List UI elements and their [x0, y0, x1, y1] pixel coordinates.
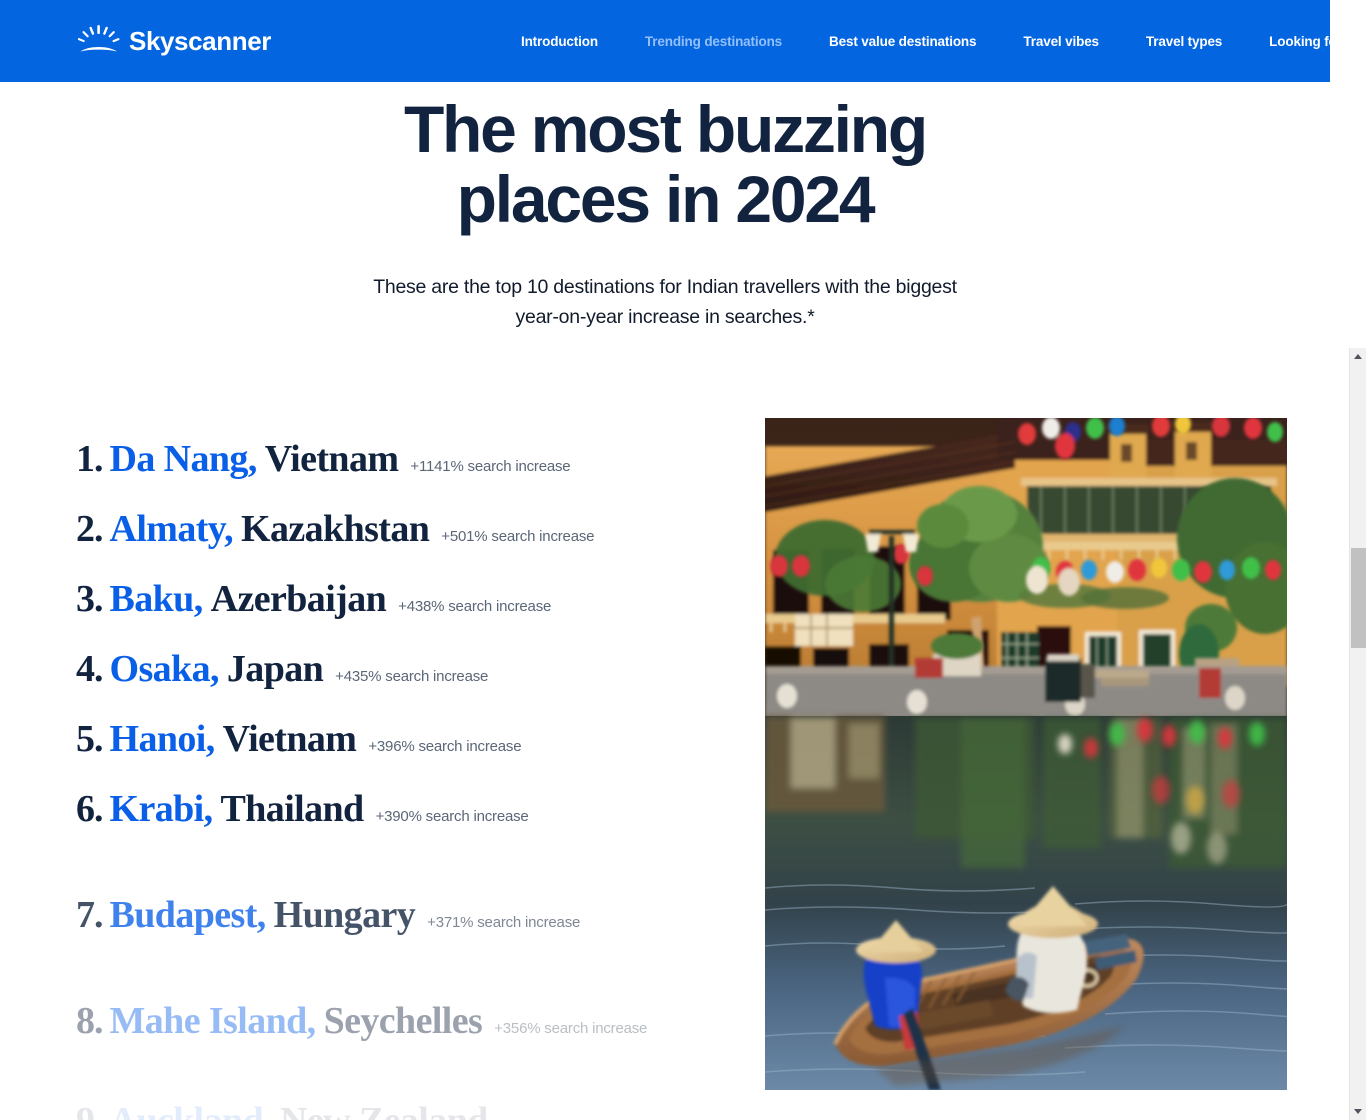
list-item-increase: +356% search increase — [494, 1020, 648, 1037]
list-item-rank: 1. — [76, 438, 103, 480]
list-item-increase: +396% search increase — [368, 738, 522, 755]
list-item-country: Thailand — [220, 788, 365, 830]
list-item-country: Azerbaijan — [210, 578, 387, 620]
nav-link-travel-vibes[interactable]: Travel vibes — [1023, 34, 1099, 49]
list-item: 7. Budapest, Hungary +371% search increa… — [76, 893, 736, 937]
list-item-city: Osaka, — [109, 648, 220, 690]
scrollbar-thumb[interactable] — [1351, 548, 1366, 648]
list-item-rank: 3. — [76, 578, 103, 620]
list-item-rank: 8. — [76, 1000, 103, 1042]
list-item-increase: +435% search increase — [335, 668, 489, 685]
list-item: 5. Hanoi, Vietnam +396% search increase — [76, 717, 736, 761]
list-item-city: Baku, — [109, 578, 204, 620]
list-item-city: Hanoi, — [109, 718, 216, 760]
list-item: 1. Da Nang, Vietnam +1141% search increa… — [76, 437, 736, 481]
page-root: Skyscanner Introduction Trending destina… — [0, 0, 1366, 1120]
hero-section: The most buzzing places in 2024 These ar… — [0, 82, 1330, 332]
nav-link-introduction[interactable]: Introduction — [521, 34, 598, 49]
list-item-country: Vietnam — [222, 718, 357, 760]
list-item-increase: +1141% search increase — [410, 458, 571, 475]
scroll-up-arrow-glyph — [1354, 354, 1362, 359]
list-item-city: Auckland, — [110, 1099, 273, 1120]
list-item: 6. Krabi, Thailand +390% search increase — [76, 787, 736, 831]
list-item: 2. Almaty, Kazakhstan +501% search incre… — [76, 507, 736, 551]
brand-name: Skyscanner — [129, 26, 271, 56]
list-item-increase: +371% search increase — [427, 914, 581, 931]
list-item-increase: +438% search increase — [398, 598, 552, 615]
scrollbar-track-above-thumb[interactable] — [1350, 365, 1366, 548]
nav-link-best-value-destinations[interactable]: Best value destinations — [829, 34, 977, 49]
list-item-city: Almaty, — [109, 508, 234, 550]
list-item-country: Vietnam — [264, 438, 399, 480]
brand-logo-link[interactable]: Skyscanner — [77, 25, 271, 57]
list-item-country: New Zealand — [280, 1099, 488, 1120]
list-item: 3. Baku, Azerbaijan +438% search increas… — [76, 577, 736, 621]
page-title: The most buzzing places in 2024 — [385, 92, 945, 236]
scroll-up-arrow-icon[interactable] — [1350, 348, 1366, 365]
list-item-country: Kazakhstan — [241, 508, 430, 550]
nav-link-trending-destinations[interactable]: Trending destinations — [645, 34, 782, 49]
list-item-city: Krabi, — [109, 788, 214, 830]
sunrise-logo-icon — [77, 25, 120, 57]
list-item-rank: 4. — [76, 648, 103, 690]
list-item: 9. Auckland, New Zealand +329% search in… — [76, 1099, 736, 1120]
scroll-down-arrow-glyph — [1354, 1109, 1362, 1114]
page-title-line-2: places in 2024 — [456, 161, 876, 236]
list-item-rank: 9. — [76, 1099, 103, 1120]
nav-link-travel-types[interactable]: Travel types — [1146, 34, 1222, 49]
list-item-rank: 7. — [76, 894, 103, 936]
trending-destinations-list: 1. Da Nang, Vietnam +1141% search increa… — [76, 437, 736, 1120]
list-item-rank: 6. — [76, 788, 103, 830]
list-item-country: Hungary — [273, 894, 416, 936]
scrollbar-track-below-thumb[interactable] — [1350, 648, 1366, 1103]
list-item-country: Japan — [226, 648, 324, 690]
list-item-rank: 2. — [76, 508, 103, 550]
list-item-increase: +390% search increase — [375, 808, 529, 825]
page-subtitle: These are the top 10 destinations for In… — [355, 272, 975, 332]
page-scrollbar[interactable] — [1349, 348, 1366, 1120]
hoi-an-river-boat-photo — [765, 418, 1287, 1090]
nav-link-looking-forward[interactable]: Looking forward — [1269, 34, 1366, 49]
list-item: 4. Osaka, Japan +435% search increase — [76, 647, 736, 691]
list-item-country: Seychelles — [323, 1000, 483, 1042]
list-item-city: Da Nang, — [109, 438, 258, 480]
main-nav: Introduction Trending destinations Best … — [521, 34, 1366, 49]
site-header: Skyscanner Introduction Trending destina… — [0, 0, 1366, 82]
list-item-rank: 5. — [76, 718, 103, 760]
list-item-city: Budapest, — [109, 894, 267, 936]
list-item-increase: +501% search increase — [441, 528, 595, 545]
list-item-city: Mahe Island, — [109, 1000, 317, 1042]
page-title-line-1: The most buzzing — [403, 92, 928, 166]
list-item: 8. Mahe Island, Seychelles +356% search … — [76, 999, 736, 1043]
page-subtitle-line-1: These are the top 10 destinations for In… — [373, 275, 891, 298]
scroll-down-arrow-icon[interactable] — [1350, 1103, 1366, 1120]
